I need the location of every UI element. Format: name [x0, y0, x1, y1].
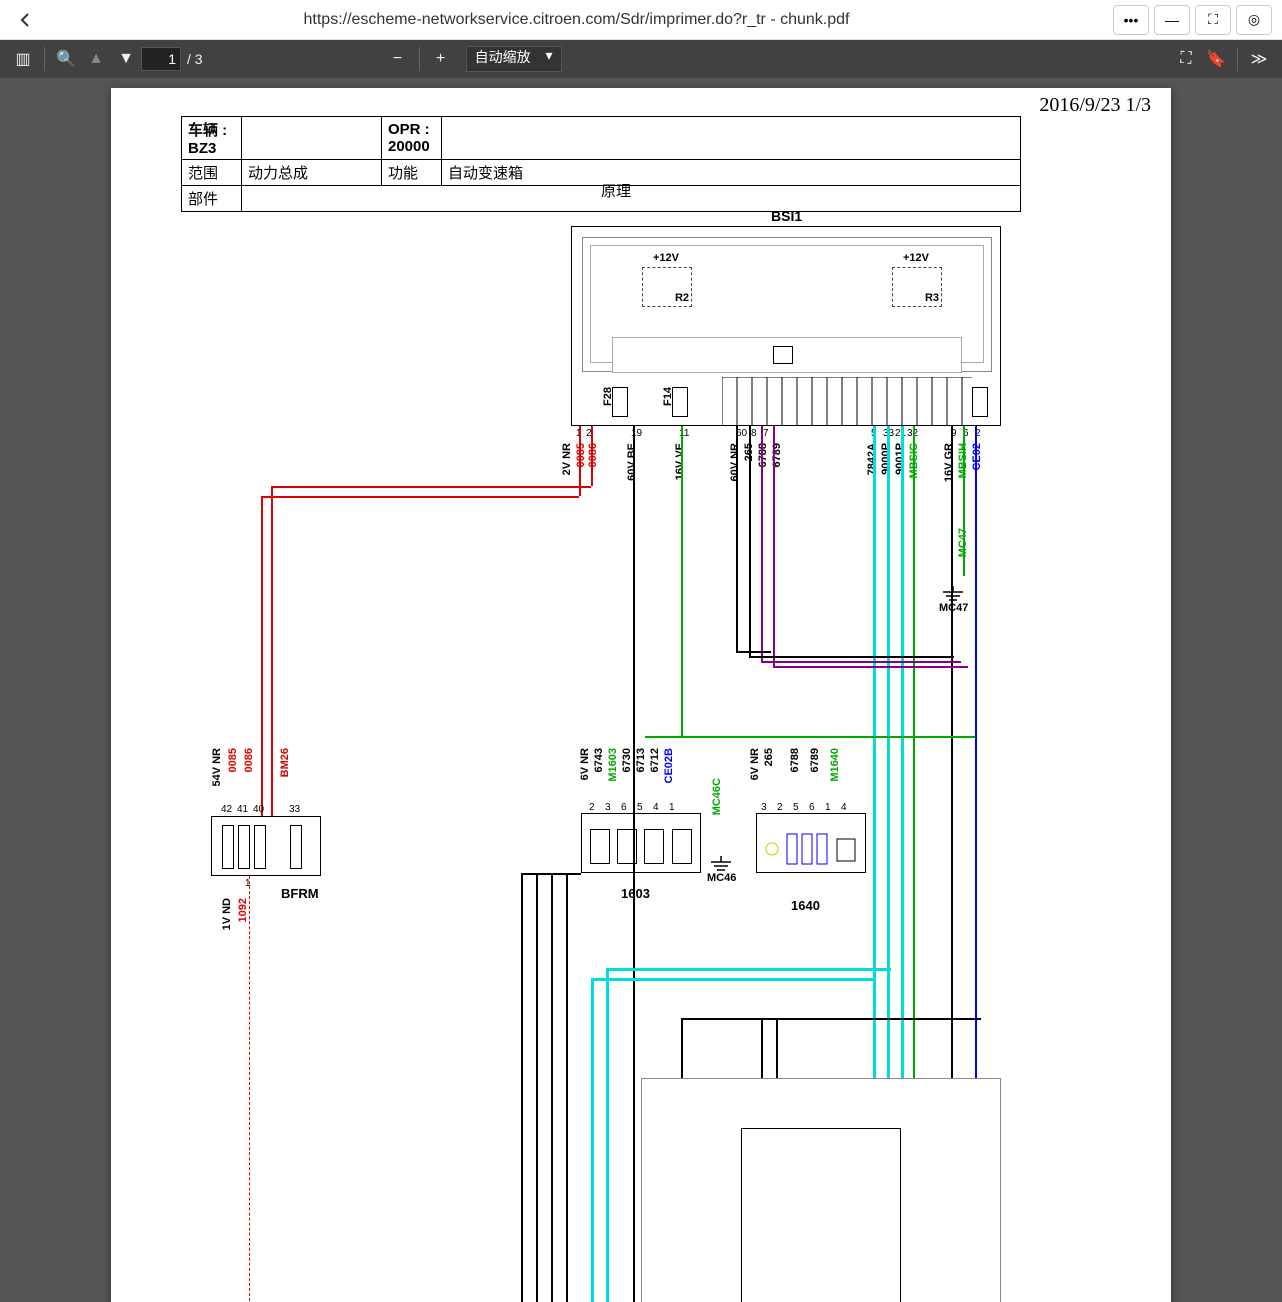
fuse-right	[972, 387, 988, 417]
page-url: https://escheme-networkservice.citroen.c…	[40, 11, 1113, 29]
search-icon[interactable]: 🔍	[51, 44, 81, 74]
page-up-icon[interactable]: ▲	[81, 44, 111, 74]
target-button[interactable]: ◎	[1236, 5, 1272, 35]
minimize-button[interactable]: —	[1154, 5, 1190, 35]
connector-1640	[756, 813, 866, 873]
page-down-icon[interactable]: ▼	[111, 44, 141, 74]
date-stamp: 2016/9/23 1/3	[1039, 94, 1151, 117]
window-titlebar: https://escheme-networkservice.citroen.c…	[0, 0, 1282, 40]
wiring-diagram: BSI1 +12V R2 +12V R3 F28	[181, 208, 1081, 1302]
zoom-in-icon[interactable]: +	[426, 44, 456, 74]
pdf-page: 2016/9/23 1/3 车辆 : BZ3 OPR : 20000 范围 动力…	[111, 88, 1171, 1302]
pdf-toolbar: ▥ 🔍 ▲ ▼ / 3 − + 自动缩放 ▾ ⛶ 🔖 ≫	[0, 40, 1282, 78]
sidebar-toggle-icon[interactable]: ▥	[8, 44, 38, 74]
back-button[interactable]	[10, 5, 40, 35]
tools-icon[interactable]: ≫	[1244, 44, 1274, 74]
relay-r3: +12V R3	[892, 267, 942, 307]
zoom-select[interactable]: 自动缩放 ▾	[466, 46, 562, 72]
page-number-input[interactable]	[141, 47, 181, 71]
bsi1-box: +12V R2 +12V R3 F28 F14	[571, 226, 1001, 426]
fuse-f28	[612, 387, 628, 417]
diagram-title: 原理	[601, 180, 631, 201]
ground-icon	[941, 586, 965, 602]
page-total-label: / 3	[187, 51, 203, 67]
ground-icon	[709, 856, 733, 872]
bfrm-box	[211, 816, 321, 876]
bsi1-label: BSI1	[771, 208, 802, 224]
pdf-viewport[interactable]: 2016/9/23 1/3 车辆 : BZ3 OPR : 20000 范围 动力…	[0, 78, 1282, 1302]
relay-r2: +12V R2	[642, 267, 692, 307]
fullscreen-icon[interactable]: ⛶	[1171, 44, 1201, 74]
window-controls: ••• — ⛶ ◎	[1113, 5, 1272, 35]
zoom-out-icon[interactable]: −	[383, 44, 413, 74]
maximize-button[interactable]: ⛶	[1195, 5, 1231, 35]
connector-1603	[581, 813, 701, 873]
more-button[interactable]: •••	[1113, 5, 1149, 35]
bookmark-icon[interactable]: 🔖	[1201, 44, 1231, 74]
fuse-f14	[672, 387, 688, 417]
